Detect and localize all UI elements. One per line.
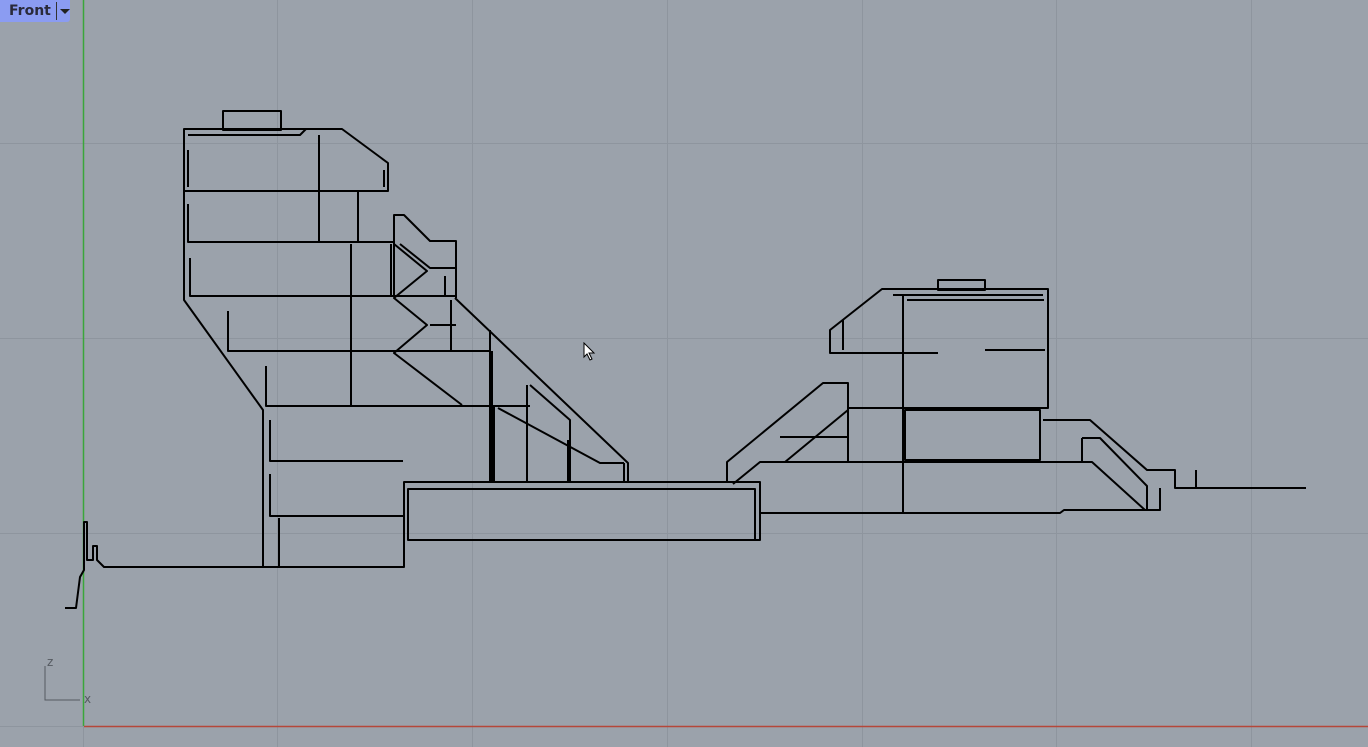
chevron-down-icon[interactable] bbox=[60, 8, 70, 14]
axis-x-label: x bbox=[84, 692, 92, 706]
viewport-canvas[interactable] bbox=[0, 0, 1368, 747]
mouse-cursor-icon bbox=[583, 342, 596, 361]
front-viewport[interactable]: Front z x bbox=[0, 0, 1368, 747]
axis-z-label: z bbox=[47, 655, 54, 669]
viewport-title[interactable]: Front bbox=[0, 3, 56, 19]
viewport-tab[interactable]: Front bbox=[0, 0, 70, 22]
tab-separator bbox=[56, 2, 57, 20]
axis-widget-icon bbox=[44, 666, 80, 701]
grid bbox=[0, 0, 1368, 747]
